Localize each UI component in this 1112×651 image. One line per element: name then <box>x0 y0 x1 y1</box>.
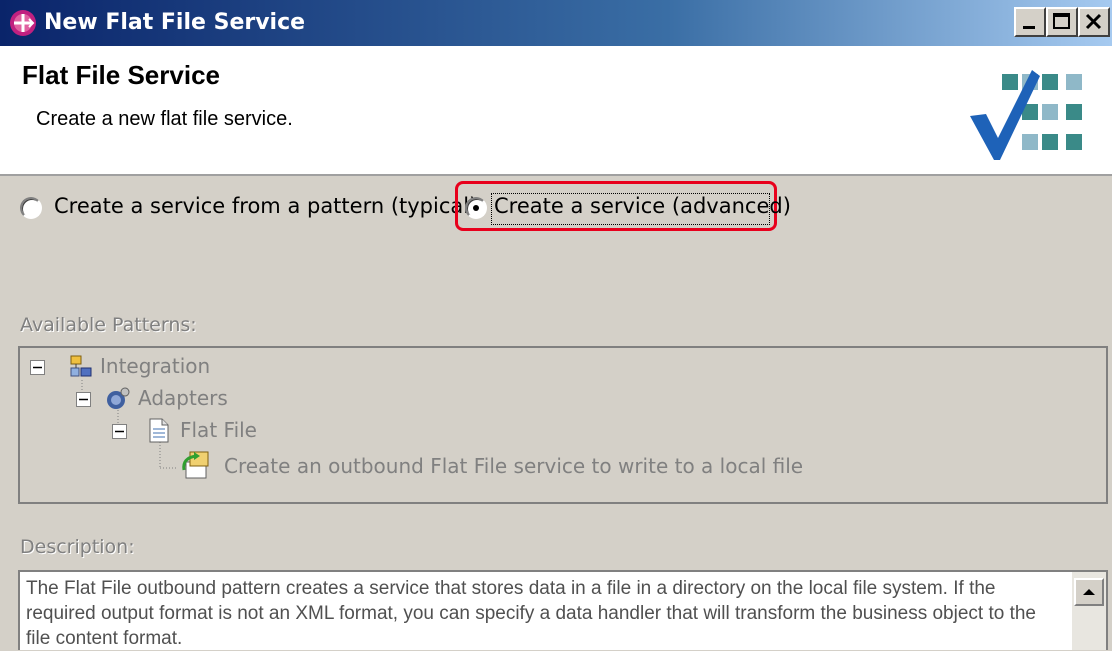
page-title: Flat File Service <box>22 60 220 90</box>
available-patterns-label: Available Patterns: <box>20 314 197 336</box>
advanced-radio[interactable] <box>465 197 487 219</box>
maximize-icon <box>1053 13 1070 29</box>
collapse-icon[interactable] <box>112 424 128 440</box>
minimize-icon <box>1023 26 1035 29</box>
collapse-icon[interactable] <box>76 392 92 408</box>
integration-icon <box>70 355 92 377</box>
close-button[interactable] <box>1078 7 1110 37</box>
patterns-tree[interactable]: Integration Adapters Flat File Create an… <box>18 346 1108 504</box>
radio-selected-dot <box>473 205 479 211</box>
wizard-logo-icon <box>970 70 1082 160</box>
description-text: The Flat File outbound pattern creates a… <box>26 578 1036 649</box>
title-bar[interactable]: New Flat File Service <box>0 0 1112 46</box>
tree-item-adapters[interactable]: Adapters <box>138 386 228 410</box>
scroll-up-button[interactable] <box>1074 578 1104 606</box>
adapters-icon <box>107 387 130 409</box>
description-box[interactable]: The Flat File outbound pattern creates a… <box>18 570 1108 650</box>
description-label: Description: <box>20 536 135 558</box>
tree-item-integration[interactable]: Integration <box>100 354 210 378</box>
pattern-radio-label[interactable]: Create a service from a pattern (typical… <box>54 194 477 218</box>
page-subtitle: Create a new flat file service. <box>36 108 293 130</box>
tree-item-flat-file[interactable]: Flat File <box>180 418 257 442</box>
tree-item-outbound-service[interactable]: Create an outbound Flat File service to … <box>224 454 803 478</box>
app-icon <box>10 10 36 36</box>
wizard-header: Flat File Service Create a new flat file… <box>0 46 1112 176</box>
minimize-button[interactable] <box>1014 7 1046 37</box>
arrow-up-icon <box>1083 589 1095 595</box>
close-icon <box>1085 13 1102 30</box>
outbound-service-icon <box>182 451 209 479</box>
window-title: New Flat File Service <box>44 10 306 35</box>
pattern-radio[interactable] <box>20 197 42 219</box>
description-scrollbar[interactable] <box>1072 572 1106 650</box>
advanced-radio-label[interactable]: Create a service (advanced) <box>494 194 791 218</box>
maximize-button[interactable] <box>1046 7 1078 37</box>
collapse-icon[interactable] <box>30 360 46 376</box>
file-icon <box>149 418 169 443</box>
